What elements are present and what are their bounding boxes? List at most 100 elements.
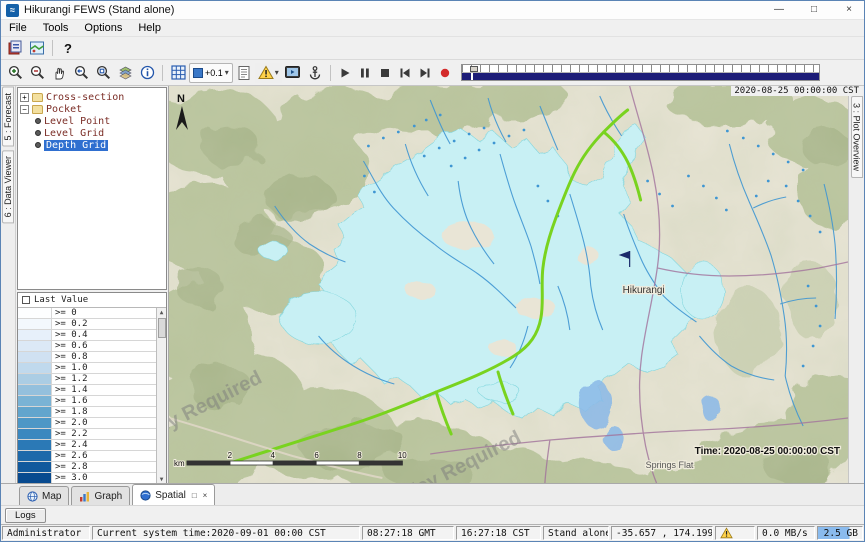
- content-area: 5 : Forecast 6 : Data Viewer + Cross-sec…: [1, 86, 864, 483]
- go-to-end-button[interactable]: [415, 62, 435, 83]
- zoom-extent-button[interactable]: [92, 62, 114, 83]
- legend-scrollbar[interactable]: ▲ ▼: [156, 308, 166, 484]
- legend-color-swatch: [18, 341, 52, 351]
- tree-item-label[interactable]: Pocket: [46, 104, 82, 115]
- pause-button[interactable]: [355, 62, 375, 83]
- anchor-icon: [307, 65, 323, 81]
- close-button[interactable]: ×: [834, 1, 864, 19]
- zoom-previous-button[interactable]: [70, 62, 92, 83]
- grid-display-button[interactable]: [167, 62, 189, 83]
- svg-text:N: N: [177, 93, 185, 105]
- forecast-manager-button[interactable]: [4, 38, 26, 59]
- time-navigator[interactable]: [461, 64, 820, 81]
- map-display-button[interactable]: [26, 38, 48, 59]
- tree-item-label[interactable]: Level Point: [44, 116, 110, 127]
- legend-value: >= 1.0: [52, 363, 156, 373]
- play-button[interactable]: [335, 62, 355, 83]
- grid-icon: [170, 64, 187, 81]
- threshold-offset-button[interactable]: +0.1 ▾: [189, 63, 233, 83]
- tree-item-pocket[interactable]: − Pocket: [20, 103, 164, 115]
- menu-tools[interactable]: Tools: [35, 22, 77, 34]
- expander-expanded-icon[interactable]: −: [20, 105, 29, 114]
- tree-item-cross-section[interactable]: + Cross-section: [20, 91, 164, 103]
- maximize-button[interactable]: □: [799, 1, 829, 19]
- tree-item-depth-grid[interactable]: Depth Grid: [20, 139, 164, 151]
- legend-value: >= 1.6: [52, 396, 156, 406]
- legend-row: >= 1.2: [18, 374, 156, 385]
- zoom-previous-icon: [73, 64, 90, 81]
- legend-row: >= 0.2: [18, 319, 156, 330]
- pause-icon: [358, 66, 372, 80]
- zoom-out-button[interactable]: [26, 62, 48, 83]
- legend-value: >= 0.8: [52, 352, 156, 362]
- location-marker-button[interactable]: [304, 62, 326, 83]
- animation-display-button[interactable]: [282, 62, 304, 83]
- tab-close-icon[interactable]: ×: [203, 491, 208, 500]
- legend-paper-icon: [236, 65, 252, 81]
- tree-item-label[interactable]: Cross-section: [46, 92, 124, 103]
- app-window: ≈ Hikurangi FEWS (Stand alone) — □ × Fil…: [0, 0, 865, 542]
- legend-color-swatch: [18, 473, 52, 483]
- svg-text:km: km: [174, 459, 185, 468]
- tree-item-label-selected[interactable]: Depth Grid: [44, 140, 108, 151]
- threshold-warning-button[interactable]: ▾: [255, 63, 282, 83]
- zoom-out-icon: [29, 64, 46, 81]
- tab-float-icon[interactable]: □: [192, 491, 197, 500]
- logs-row: Logs: [1, 505, 864, 524]
- menu-help[interactable]: Help: [130, 22, 169, 34]
- pan-hand-icon: [51, 64, 68, 81]
- legend-row: >= 0.8: [18, 352, 156, 363]
- svg-text:6: 6: [314, 451, 319, 460]
- expander-collapsed-icon[interactable]: +: [20, 93, 29, 102]
- tree-item-label[interactable]: Level Grid: [44, 128, 104, 139]
- menu-file[interactable]: File: [1, 22, 35, 34]
- pan-button[interactable]: [48, 62, 70, 83]
- shortcut-tab-forecast[interactable]: 5 : Forecast: [2, 87, 14, 147]
- legend-value: >= 0.6: [52, 341, 156, 351]
- legend-color-swatch: [18, 407, 52, 417]
- map-display-icon: [29, 40, 45, 56]
- zoom-in-button[interactable]: [4, 62, 26, 83]
- logs-button[interactable]: Logs: [5, 508, 46, 523]
- help-button[interactable]: ?: [57, 38, 79, 59]
- layer-tree[interactable]: + Cross-section − Pocket Level Point: [17, 87, 167, 290]
- record-button[interactable]: [435, 62, 455, 83]
- tree-item-level-grid[interactable]: Level Grid: [20, 127, 164, 139]
- legend-row: >= 2.8: [18, 462, 156, 473]
- time-navigator-ruler[interactable]: [462, 65, 819, 73]
- shortcut-tab-plot-overview[interactable]: 3 : Plot Overview: [851, 96, 863, 178]
- map-canvas[interactable]: API Key Required API Key Required N Hiku…: [169, 86, 848, 483]
- shortcut-tab-data-viewer[interactable]: 6 : Data Viewer: [2, 150, 14, 223]
- warning-triangle-icon: [258, 65, 274, 80]
- tab-map[interactable]: Map: [19, 486, 69, 505]
- last-value-checkbox[interactable]: [22, 296, 30, 304]
- scroll-up-icon[interactable]: ▲: [160, 308, 164, 317]
- title-bar[interactable]: ≈ Hikurangi FEWS (Stand alone) — □ ×: [1, 1, 864, 20]
- tab-graph[interactable]: Graph: [71, 486, 130, 505]
- scrollbar-thumb[interactable]: [158, 318, 166, 338]
- legend-value: >= 2.4: [52, 440, 156, 450]
- minimize-button[interactable]: —: [764, 1, 794, 19]
- time-navigator-bar[interactable]: [462, 73, 819, 80]
- go-to-start-button[interactable]: [395, 62, 415, 83]
- bar-chart-icon: [79, 491, 90, 502]
- tab-spatial[interactable]: Spatial □ ×: [132, 484, 215, 505]
- tab-spatial-label: Spatial: [155, 490, 186, 501]
- layers-button[interactable]: [114, 62, 136, 83]
- stop-button[interactable]: [375, 62, 395, 83]
- info-button[interactable]: [136, 62, 158, 83]
- time-slider-thumb[interactable]: [470, 66, 478, 72]
- info-icon: [139, 64, 156, 81]
- svg-text:4: 4: [270, 451, 275, 460]
- legend-color-swatch: [18, 374, 52, 384]
- legend-color-swatch: [18, 319, 52, 329]
- legend-row: >= 1.4: [18, 385, 156, 396]
- map-toolbar: +0.1 ▾ ▾: [1, 60, 864, 86]
- status-alerts[interactable]: [715, 526, 755, 540]
- legend-toggle-button[interactable]: [233, 62, 255, 83]
- forecast-manager-icon: [7, 40, 23, 56]
- folder-icon: [32, 93, 43, 102]
- legend-value: >= 2.8: [52, 462, 156, 472]
- menu-options[interactable]: Options: [76, 22, 130, 34]
- tree-item-level-point[interactable]: Level Point: [20, 115, 164, 127]
